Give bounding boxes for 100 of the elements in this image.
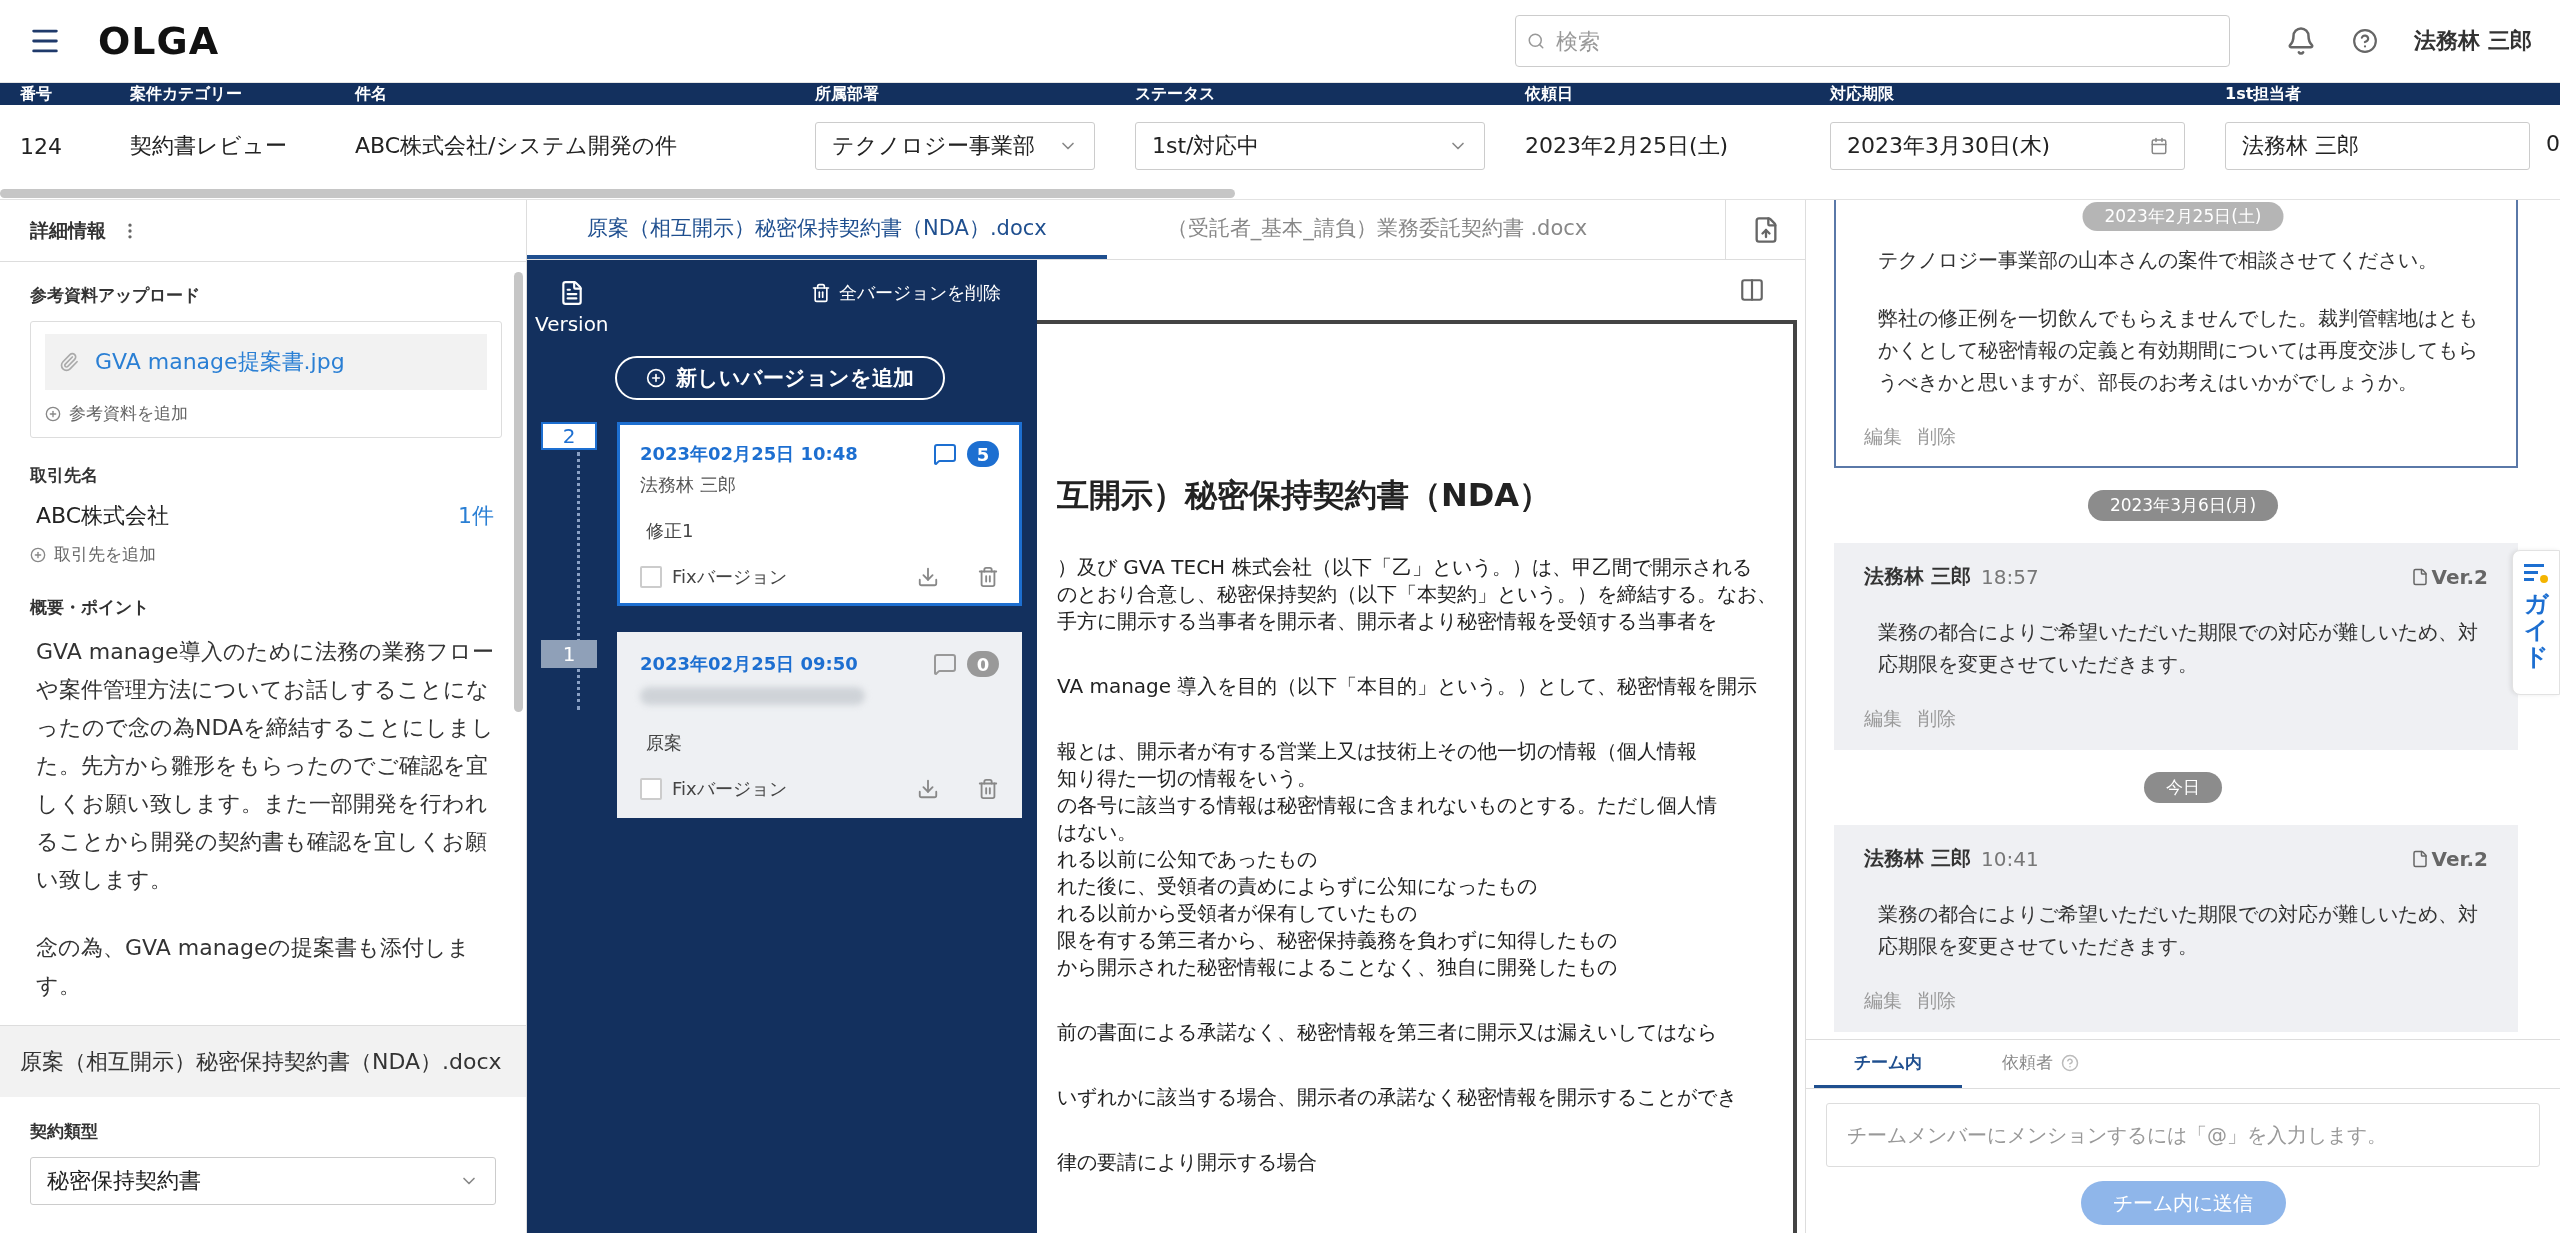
comment-author: 法務林 三郎 bbox=[1864, 563, 1971, 590]
section-label: 契約類型 bbox=[30, 1120, 99, 1143]
scrollbar[interactable] bbox=[514, 272, 523, 712]
comment-action[interactable]: 編集 bbox=[1864, 988, 1902, 1014]
select-field[interactable]: 1st/対応中 bbox=[1135, 122, 1485, 170]
scrollbar[interactable] bbox=[0, 189, 1235, 198]
summary-text: GVA manage導入のために法務の業務フローや案件管理方法についてお話しすることになったので念の為NDAを締結することにしました。先方から雛形をもらったのでご確認を宜しくお願い致します。また一部開発を行われることから開発の契約書も確認を宜しくお願い致します。 bbox=[36, 638, 496, 894]
file-icon bbox=[2410, 567, 2429, 586]
search-field[interactable]: 検索 bbox=[1515, 15, 2231, 67]
add-version-button[interactable]: 新しいバージョンを追加 bbox=[615, 356, 945, 400]
column-header: 件名 bbox=[355, 83, 388, 105]
date-separator: 2023年2月25日(土) bbox=[2082, 202, 2284, 231]
table-cell-text: 2023年2月25日(土) bbox=[1525, 132, 1730, 160]
search-icon bbox=[1527, 32, 1546, 50]
plus-icon bbox=[646, 368, 666, 388]
version-card[interactable]: 2023年02月25日 09:50 0 原案 Fixバージョン bbox=[617, 632, 1022, 818]
file-link[interactable]: GVA manage提案書.jpg bbox=[95, 347, 345, 377]
comment-text: 業務の都合によりご希望いただいた期限での対応が難しいため、対応期限を変更させていただきます。 bbox=[1878, 901, 2479, 960]
panel-title: Version bbox=[535, 312, 609, 336]
column-header: 所属部署 bbox=[815, 83, 880, 105]
count-link[interactable]: 1件 bbox=[458, 501, 494, 531]
comment-action[interactable]: 削除 bbox=[1918, 424, 1956, 450]
plus-icon bbox=[45, 405, 61, 422]
document-text: れる以前から受領者が保有していたもの bbox=[1057, 900, 1418, 927]
add-link[interactable]: 参考資料を追加 bbox=[45, 402, 487, 425]
version-number[interactable]: 2 bbox=[541, 422, 597, 450]
comment-action[interactable]: 編集 bbox=[1864, 706, 1902, 732]
file-item[interactable]: GVA manage提案書.jpg bbox=[45, 334, 487, 390]
checkbox-label: Fixバージョン bbox=[672, 565, 788, 589]
column-header: 対応期限 bbox=[1830, 83, 1895, 105]
paperclip-icon bbox=[59, 352, 79, 372]
comment-action[interactable]: 削除 bbox=[1918, 706, 1956, 732]
comment-time: 10:41 bbox=[1980, 846, 2040, 871]
checkbox[interactable] bbox=[640, 778, 662, 800]
comment-count: 0 bbox=[967, 651, 999, 677]
document-text: 律の要請により開示する場合 bbox=[1057, 1149, 1318, 1176]
comment-author: 法務林 三郎 bbox=[1864, 845, 1971, 872]
date-field[interactable]: 2023年3月30日(木) bbox=[1830, 122, 2185, 170]
document-text: 前の書面による承諾なく、秘密情報を第三者に開示又は漏えいしてはなら bbox=[1057, 1019, 1718, 1046]
document-text: 知り得た一切の情報をいう。 bbox=[1057, 765, 1318, 792]
date-separator: 2023年3月6日(月) bbox=[2087, 490, 2279, 521]
add-link[interactable]: 取引先を追加 bbox=[30, 543, 502, 566]
comment-count: 5 bbox=[967, 441, 999, 467]
comment-icon bbox=[933, 442, 957, 466]
version-date: 2023年02月25日 10:48 bbox=[640, 442, 858, 466]
version-link[interactable]: Ver.2 bbox=[2410, 564, 2488, 589]
select-field[interactable]: 秘密保持契約書 bbox=[30, 1157, 496, 1205]
download-icon[interactable] bbox=[917, 566, 939, 588]
table-cell-text: 124 bbox=[20, 133, 63, 159]
comment-action[interactable]: 編集 bbox=[1864, 424, 1902, 450]
summary-text: 念の為、GVA manageの提案書も添付します。 bbox=[36, 934, 471, 1000]
column-header: 1st担当者 bbox=[2225, 83, 2303, 105]
delete-all-button[interactable]: 全バージョンを削除 bbox=[805, 280, 1007, 306]
column-header: 依頼日 bbox=[1525, 83, 1574, 105]
document-text: はない。 bbox=[1057, 819, 1138, 846]
version-number[interactable]: 1 bbox=[541, 640, 597, 668]
document-text: ）及び GVA TECH 株式会社（以下「乙」という。）は、甲乙間で開示される bbox=[1057, 554, 1753, 581]
plus-icon bbox=[30, 546, 46, 563]
checkbox-label: Fixバージョン bbox=[672, 777, 788, 801]
split-view-icon[interactable] bbox=[1739, 277, 1765, 303]
trash-icon[interactable] bbox=[977, 566, 999, 588]
user-name[interactable]: 法務林 三郎 bbox=[2414, 26, 2532, 56]
column-header: 案件カテゴリー bbox=[130, 83, 243, 105]
document-text: から開示された秘密情報によることなく、独自に開発したもの bbox=[1057, 954, 1618, 981]
document-text: 報とは、開示者が有する営業上又は技術上その他一切の情報（個人情報 bbox=[1057, 738, 1698, 765]
help-icon[interactable] bbox=[2352, 28, 2379, 54]
document-text: 限を有する第三者から、秘密保持義務を負わずに知得したもの bbox=[1057, 927, 1618, 954]
document-text: 手方に開示する当事者を開示者、開示者より秘密情報を受領する当事者を bbox=[1057, 608, 1718, 635]
section-label: 取引先名 bbox=[30, 464, 99, 487]
list-icon bbox=[2522, 561, 2550, 585]
download-icon[interactable] bbox=[917, 778, 939, 800]
comment-text: テクノロジー事業部の山本さんの案件で相談させてください。 bbox=[1878, 247, 2439, 274]
version-link[interactable]: Ver.2 bbox=[2410, 846, 2488, 871]
version-note: 修正1 bbox=[646, 519, 695, 543]
section-label: 参考資料アップロード bbox=[30, 284, 201, 307]
chat-tab[interactable]: 依頼者 bbox=[1962, 1040, 2119, 1088]
comment-text: 業務の都合によりご希望いただいた期限での対応が難しいため、対応期限を変更させていただきます。 bbox=[1878, 619, 2479, 678]
trash-icon[interactable] bbox=[977, 778, 999, 800]
assignee-field[interactable]: 法務林 三郎 bbox=[2225, 122, 2530, 170]
comment-action[interactable]: 削除 bbox=[1918, 988, 1956, 1014]
comment-text: 弊社の修正例を一切飲んでもらえませんでした。裁判管轄地はともかくとして秘密情報の定義と有効期間については再度交渉してもらうべきかと思いますが、部長のお考えはいかがでしょうか。 bbox=[1878, 305, 2479, 396]
version-card[interactable]: 2023年02月25日 10:48 5 法務林 三郎 修正1 Fixバージョン bbox=[617, 422, 1022, 606]
version-date: 2023年02月25日 09:50 bbox=[640, 652, 858, 676]
chat-tab[interactable]: チーム内 bbox=[1814, 1040, 1962, 1088]
document-text: いずれかに該当する場合、開示者の承諾なく秘密情報を開示することができ bbox=[1057, 1084, 1738, 1111]
document-text: VA manage 導入を目的（以下「本目的」という。）として、秘密情報を開示 bbox=[1057, 673, 1759, 700]
document-text: のとおり合意し、秘密保持契約（以下「本契約」という。）を締結する。なお、 bbox=[1057, 581, 1778, 608]
column-header: ステータス bbox=[1135, 83, 1216, 105]
document-text: れる以前に公知であったもの bbox=[1057, 846, 1318, 873]
select-field[interactable]: テクノロジー事業部 bbox=[815, 122, 1095, 170]
version-note: 原案 bbox=[646, 731, 683, 755]
document-text: れた後に、受領者の責めによらずに公知になったもの bbox=[1057, 873, 1538, 900]
date-separator: 今日 bbox=[2144, 772, 2222, 803]
trash-icon bbox=[811, 283, 831, 303]
file-icon bbox=[2410, 849, 2429, 868]
guide-tab[interactable]: ガイド bbox=[2512, 550, 2560, 695]
checkbox[interactable] bbox=[640, 566, 662, 588]
panel-title: 詳細情報 bbox=[30, 217, 106, 243]
message-input[interactable]: チームメンバーにメンションするには「@」を入力します。 bbox=[1826, 1103, 2540, 1167]
version-author: 法務林 三郎 bbox=[640, 473, 737, 497]
